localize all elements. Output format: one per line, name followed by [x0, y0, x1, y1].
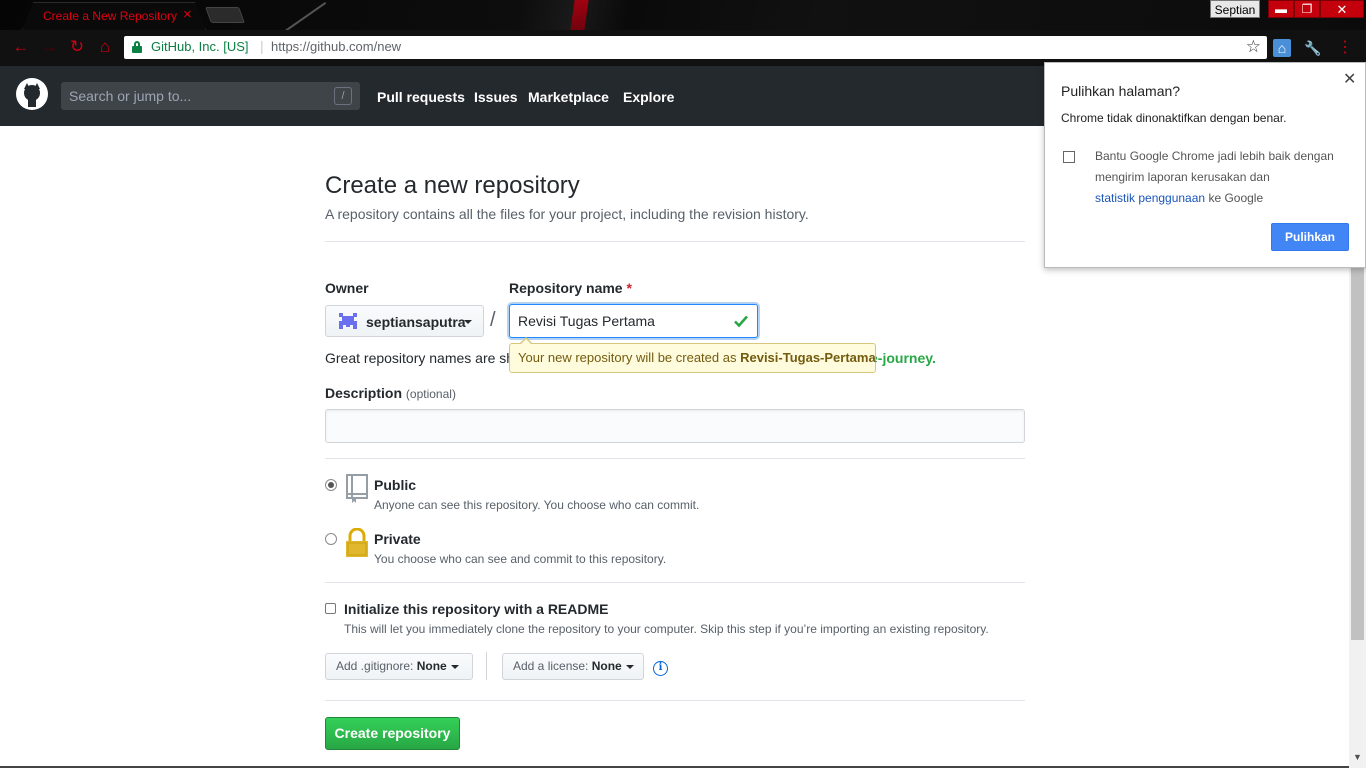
required-mark: *	[626, 280, 632, 296]
license-value: None	[591, 659, 622, 673]
nav-pull-requests[interactable]: Pull requests	[377, 89, 465, 105]
page-title: Create a new repository	[325, 172, 580, 199]
extension-home-icon[interactable]: ⌂	[1273, 39, 1291, 57]
repo-name-input[interactable]	[509, 304, 758, 338]
search-input[interactable]: Search or jump to... /	[61, 82, 360, 110]
chevron-down-icon	[625, 664, 634, 669]
page-subtitle: A repository contains all the files for …	[325, 206, 809, 222]
extension-wrench-icon[interactable]: 🔧	[1304, 39, 1322, 57]
popup-checkbox-text-tail: ke Google	[1208, 191, 1264, 205]
gitignore-label: Add .gitignore:	[336, 659, 414, 673]
scroll-down-arrow-icon[interactable]: ▼	[1353, 752, 1362, 762]
github-logo-icon[interactable]	[16, 78, 48, 110]
avatar	[339, 313, 357, 329]
public-title: Public	[374, 477, 417, 493]
private-radio[interactable]	[325, 533, 337, 545]
nav-marketplace[interactable]: Marketplace	[528, 89, 609, 105]
owner-select[interactable]: septiansaputra	[325, 305, 484, 337]
optional-tag: (optional)	[405, 387, 456, 401]
repo-name-tooltip: Your new repository will be created as R…	[509, 337, 876, 373]
close-icon[interactable]: ✕	[1343, 69, 1356, 89]
divider	[325, 458, 1025, 459]
tab-close-icon[interactable]: ×	[183, 7, 192, 22]
nav-issues[interactable]: Issues	[474, 89, 518, 105]
gitignore-value: None	[416, 659, 447, 673]
secure-origin-label[interactable]: GitHub, Inc. [US]	[151, 39, 249, 54]
chevron-down-icon	[464, 320, 472, 324]
license-select[interactable]: Add a license: None	[502, 653, 644, 680]
description-label-text: Description	[325, 385, 403, 401]
gitignore-select[interactable]: Add .gitignore: None	[325, 653, 473, 680]
minimize-button[interactable]: ▬	[1268, 0, 1294, 18]
divider	[325, 700, 1025, 701]
divider	[325, 241, 1025, 242]
search-shortcut-badge: /	[334, 87, 352, 105]
check-icon	[734, 315, 748, 328]
tab-title: Create a New Repository	[43, 9, 178, 23]
popup-checkbox-text-3: statistik penggunaan ke Google	[1095, 191, 1263, 205]
theme-decoration	[275, 1, 327, 30]
private-title: Private	[374, 531, 421, 547]
restore-button[interactable]: Pulihkan	[1271, 223, 1349, 251]
secure-lock-icon	[132, 41, 142, 53]
maximize-button[interactable]: ❐	[1294, 0, 1320, 18]
popup-title: Pulihkan halaman?	[1061, 83, 1181, 99]
readme-checkbox[interactable]	[325, 603, 336, 614]
address-bar[interactable]: GitHub, Inc. [US] | https://github.com/n…	[124, 36, 1267, 59]
reload-icon[interactable]: ↻	[67, 37, 87, 57]
create-repository-button[interactable]: Create repository	[325, 717, 460, 750]
private-note: You choose who can see and commit to thi…	[374, 552, 667, 566]
divider	[325, 582, 1025, 583]
search-placeholder: Search or jump to...	[69, 88, 192, 104]
public-radio[interactable]	[325, 479, 337, 491]
owner-name: septiansaputra	[366, 314, 466, 330]
divider	[486, 652, 487, 680]
lock-icon	[346, 528, 368, 557]
owner-label: Owner	[325, 280, 369, 296]
chrome-menu-icon[interactable]: ⋮	[1336, 39, 1354, 57]
popup-message: Chrome tidak dinonaktifkan dengan benar.	[1061, 111, 1287, 125]
restore-pages-popup: Pulihkan halaman? ✕ Chrome tidak dinonak…	[1044, 62, 1366, 268]
url-text[interactable]: https://github.com/new	[271, 39, 401, 54]
browser-titlebar	[0, 0, 1366, 30]
repo-name-hint: Great repository names are sh	[325, 350, 515, 366]
profile-button[interactable]: Septian	[1210, 0, 1260, 18]
tooltip-repo-name: Revisi-Tugas-Pertama	[740, 350, 876, 365]
nav-explore[interactable]: Explore	[623, 89, 674, 105]
readme-note: This will let you immediately clone the …	[344, 622, 989, 636]
readme-title[interactable]: Initialize this repository with a README	[344, 601, 608, 617]
description-label: Description (optional)	[325, 385, 456, 401]
forward-arrow-icon[interactable]: →	[39, 37, 59, 57]
tooltip-prefix: Your new repository will be created as	[518, 350, 737, 365]
owner-repo-separator: /	[490, 309, 496, 331]
browser-tab[interactable]: Create a New Repository ×	[22, 2, 206, 30]
close-window-button[interactable]: ✕	[1320, 0, 1364, 18]
popup-checkbox-text-1: Bantu Google Chrome jadi lebih baik deng…	[1095, 149, 1334, 163]
usage-stats-checkbox[interactable]	[1063, 151, 1075, 163]
description-input[interactable]	[325, 409, 1025, 443]
theme-decoration	[565, 0, 589, 30]
public-note: Anyone can see this repository. You choo…	[374, 498, 700, 512]
repo-book-icon	[346, 474, 368, 503]
chevron-down-icon	[450, 664, 459, 669]
license-label: Add a license:	[513, 659, 589, 673]
repo-name-label: Repository name *	[509, 280, 632, 296]
usage-stats-link[interactable]: statistik penggunaan	[1095, 191, 1205, 205]
popup-checkbox-text-2: mengirim laporan kerusakan dan	[1095, 170, 1270, 184]
bookmark-star-icon[interactable]: ☆	[1246, 37, 1261, 57]
home-icon[interactable]: ⌂	[95, 37, 115, 57]
info-icon[interactable]: i	[653, 661, 668, 676]
omnibox-separator: |	[260, 38, 264, 54]
new-tab-button[interactable]	[205, 7, 245, 23]
repo-name-label-text: Repository name	[509, 280, 623, 296]
repo-name-suggestion[interactable]: e-journey.	[870, 350, 936, 366]
back-arrow-icon[interactable]: ←	[11, 37, 31, 57]
